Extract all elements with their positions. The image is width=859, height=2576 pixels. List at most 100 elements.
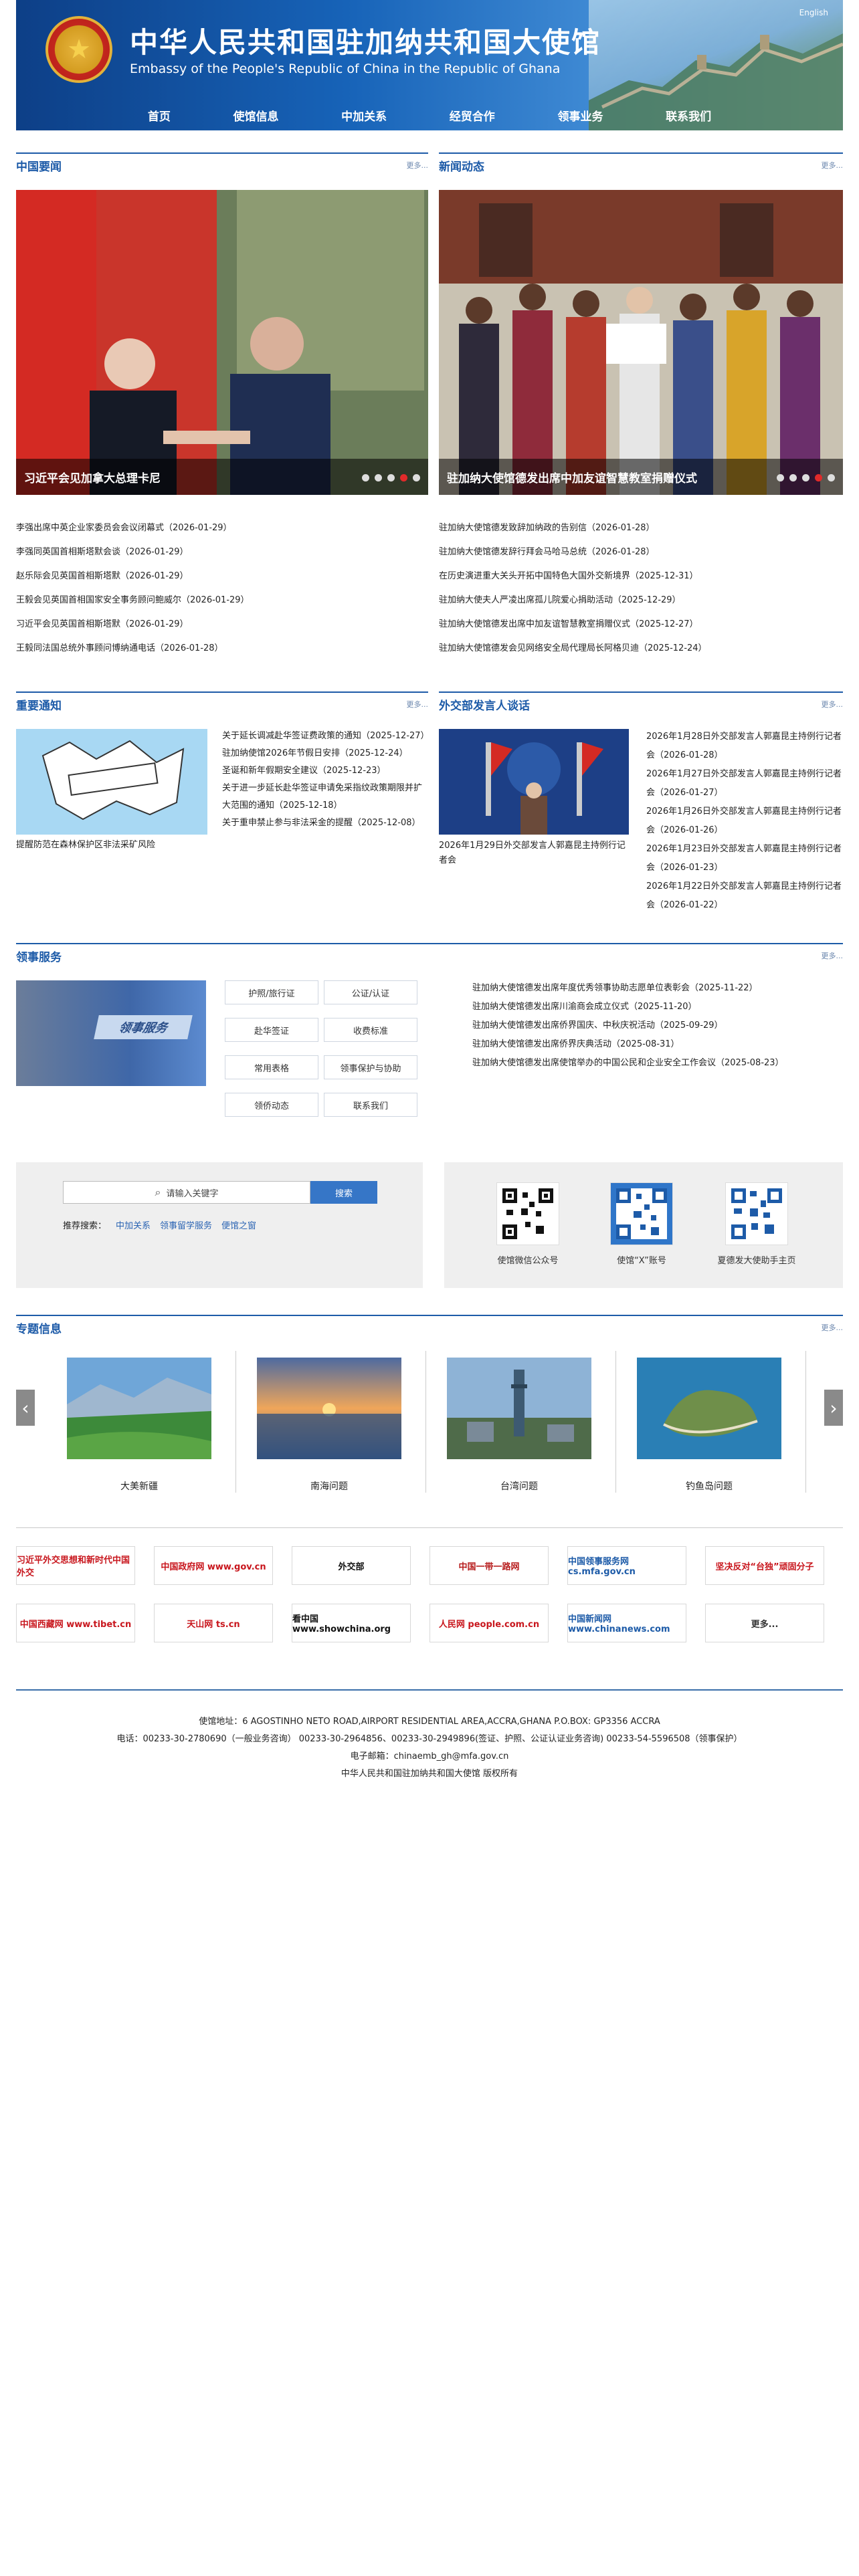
list-item[interactable]: 2026年1月26日外交部发言人郭嘉昆主持例行记者会（2026-01-26） bbox=[646, 802, 843, 840]
list-item[interactable]: 驻加纳大使馆德发出席年度优秀领事协助志愿单位表彰会（2025-11-22） bbox=[472, 979, 843, 998]
forms-button[interactable]: 常用表格 bbox=[225, 1055, 318, 1079]
section-title: 领事服务 bbox=[16, 950, 62, 964]
notarization-button[interactable]: 公证/认证 bbox=[324, 980, 417, 1004]
list-item[interactable]: 驻加纳大使夫人严凌出席孤儿院爱心捐助活动（2025-12-29） bbox=[439, 588, 843, 613]
fees-button[interactable]: 收费标准 bbox=[324, 1018, 417, 1042]
passport-button[interactable]: 护照/旅行证 bbox=[225, 980, 318, 1004]
slide-dot[interactable] bbox=[789, 474, 797, 481]
list-item[interactable]: 2026年1月28日外交部发言人郭嘉昆主持例行记者会（2026-01-28） bbox=[646, 728, 843, 765]
list-item[interactable]: 驻加纳大使馆德发致辞加纳政的告别信（2026-01-28） bbox=[439, 516, 843, 540]
nav-trade[interactable]: 经贸合作 bbox=[450, 107, 495, 124]
more-link[interactable]: 更多... bbox=[407, 160, 429, 171]
friendly-link[interactable]: 中国新闻网 www.chinanews.com bbox=[567, 1604, 686, 1642]
china-news-header: 中国要闻 更多... bbox=[16, 152, 428, 177]
spokesperson-image[interactable] bbox=[439, 729, 629, 835]
topic-image bbox=[67, 1358, 211, 1459]
list-item[interactable]: 在历史演进重大关头开拓中国特色大国外交新境界（2025-12-31） bbox=[439, 564, 843, 588]
list-item[interactable]: 赵乐际会见英国首相斯塔默（2026-01-29） bbox=[16, 564, 428, 588]
ambassador-qr-icon[interactable] bbox=[725, 1182, 788, 1245]
list-item[interactable]: 驻加纳大使馆德发出席侨界国庆、中秋庆祝活动（2025-09-29） bbox=[472, 1016, 843, 1035]
friendly-link[interactable]: 外交部 bbox=[292, 1546, 411, 1585]
list-item[interactable]: 李强出席中英企业家委员会会议闭幕式（2026-01-29） bbox=[16, 516, 428, 540]
x-account-qr-icon[interactable] bbox=[610, 1182, 673, 1245]
slide-dot[interactable] bbox=[375, 474, 382, 481]
nav-consular[interactable]: 领事业务 bbox=[557, 107, 603, 124]
slide-dots bbox=[362, 474, 420, 481]
carousel-prev-button[interactable]: ‹ bbox=[16, 1390, 35, 1426]
list-item[interactable]: 驻加纳大使馆德发出席侨界庆典活动（2025-08-31） bbox=[472, 1035, 843, 1054]
friendly-link[interactable]: 中国一带一路网 bbox=[430, 1546, 549, 1585]
list-item[interactable]: 习近平会见英国首相斯塔默（2026-01-29） bbox=[16, 613, 428, 637]
notice-image-caption[interactable]: 提醒防范在森林保护区非法采矿风险 bbox=[16, 839, 207, 852]
protection-button[interactable]: 领事保护与协助 bbox=[324, 1055, 417, 1079]
recommend-link[interactable]: 便馆之窗 bbox=[221, 1218, 256, 1231]
friendly-link[interactable]: 习近平外交思想和新时代中国外交 bbox=[16, 1546, 135, 1585]
list-item[interactable]: 驻加纳大使馆德发辞行拜会马哈马总统（2026-01-28） bbox=[439, 540, 843, 564]
list-item[interactable]: 李强同英国首相斯塔默会谈（2026-01-29） bbox=[16, 540, 428, 564]
section-title: 重要通知 bbox=[16, 699, 62, 713]
topic-card-xinjiang[interactable]: 大美新疆 bbox=[67, 1358, 211, 1493]
topics-header: 专题信息 更多... bbox=[16, 1315, 843, 1339]
list-item[interactable]: 圣诞和新年假期安全建议（2025-12-23） bbox=[222, 762, 428, 780]
english-link[interactable]: English bbox=[799, 8, 828, 17]
list-item[interactable]: 驻加纳使馆2026年节假日安排（2025-12-24） bbox=[222, 745, 428, 762]
national-emblem-icon: ★ bbox=[45, 16, 112, 83]
list-item[interactable]: 驻加纳大使馆德发会见网络安全局代理局长阿格贝迪（2025-12-24） bbox=[439, 637, 843, 661]
search-button[interactable]: 搜索 bbox=[310, 1181, 377, 1204]
consular-banner[interactable]: 领事服务 bbox=[16, 980, 206, 1086]
list-item[interactable]: 2026年1月22日外交部发言人郭嘉昆主持例行记者会（2026-01-22） bbox=[646, 877, 843, 915]
community-button[interactable]: 领侨动态 bbox=[225, 1093, 318, 1117]
list-item[interactable]: 王毅会见英国首相国家安全事务顾问鲍威尔（2026-01-29） bbox=[16, 588, 428, 613]
recommend-link[interactable]: 中加关系 bbox=[116, 1218, 151, 1231]
more-link[interactable]: 更多... bbox=[822, 160, 844, 171]
topic-card-diaoyu[interactable]: 钓鱼岛问题 bbox=[637, 1358, 781, 1493]
friendly-link[interactable]: 中国领事服务网 cs.mfa.gov.cn bbox=[567, 1546, 686, 1585]
more-link[interactable]: 更多... bbox=[822, 950, 844, 961]
slide-dot[interactable] bbox=[828, 474, 835, 481]
slide-dot-active[interactable] bbox=[815, 474, 822, 481]
list-item[interactable]: 2026年1月23日外交部发言人郭嘉昆主持例行记者会（2026-01-23） bbox=[646, 840, 843, 877]
search-input[interactable]: ⌕ 请输入关键字 bbox=[63, 1181, 310, 1204]
list-item[interactable]: 2026年1月27日外交部发言人郭嘉昆主持例行记者会（2026-01-27） bbox=[646, 765, 843, 802]
slide-dot[interactable] bbox=[802, 474, 809, 481]
list-item[interactable]: 关于进一步延长赴华签证申请免采指纹政策期限并扩大范围的通知（2025-12-18… bbox=[222, 780, 428, 815]
wechat-qr-icon[interactable] bbox=[496, 1182, 559, 1245]
slide-dot[interactable] bbox=[362, 474, 369, 481]
friendly-link[interactable]: 天山网 ts.cn bbox=[154, 1604, 273, 1642]
friendly-link[interactable]: 看中国 www.showchina.org bbox=[292, 1604, 411, 1642]
spokesperson-image-caption[interactable]: 2026年1月29日外交部发言人郭嘉昆主持例行记者会 bbox=[439, 839, 629, 868]
more-link[interactable]: 更多... bbox=[822, 1322, 844, 1333]
topic-card-taiwan[interactable]: 台湾问题 bbox=[447, 1358, 591, 1493]
friendly-link[interactable]: 更多... bbox=[705, 1604, 824, 1642]
visa-button[interactable]: 赴华签证 bbox=[225, 1018, 318, 1042]
contact-button[interactable]: 联系我们 bbox=[324, 1093, 417, 1117]
china-news-slider[interactable]: 习近平会见加拿大总理卡尼 bbox=[16, 190, 428, 495]
list-item[interactable]: 驻加纳大使馆德发出席中加友谊智慧教室捐赠仪式（2025-12-27） bbox=[439, 613, 843, 637]
list-item[interactable]: 驻加纳大使馆德发出席使馆举办的中国公民和企业安全工作会议（2025-08-23） bbox=[472, 1054, 843, 1073]
nav-home[interactable]: 首页 bbox=[148, 107, 171, 124]
slide-dot[interactable] bbox=[387, 474, 395, 481]
qr-caption: 使馆微信公众号 bbox=[497, 1256, 559, 1266]
nav-contact[interactable]: 联系我们 bbox=[666, 107, 711, 124]
slide-dot-active[interactable] bbox=[400, 474, 407, 481]
friendly-link[interactable]: 坚决反对“台独”顽固分子 bbox=[705, 1546, 824, 1585]
nav-embassy-info[interactable]: 使馆信息 bbox=[233, 107, 278, 124]
friendly-link[interactable]: 中国西藏网 www.tibet.cn bbox=[16, 1604, 135, 1642]
list-item[interactable]: 关于延长调减赴华签证费政策的通知（2025-12-27） bbox=[222, 728, 430, 745]
embassy-news-slider[interactable]: 驻加纳大使馆德发出席中加友谊智慧教室捐赠仪式 bbox=[439, 190, 843, 495]
list-item[interactable]: 驻加纳大使馆德发出席川渝商会成立仪式（2025-11-20） bbox=[472, 998, 843, 1016]
topic-card-south-china-sea[interactable]: 南海问题 bbox=[257, 1358, 401, 1493]
list-item[interactable]: 王毅同法国总统外事顾问博纳通电话（2026-01-28） bbox=[16, 637, 428, 661]
list-item[interactable]: 关于重申禁止参与非法采金的提醒（2025-12-08） bbox=[222, 815, 428, 832]
recommend-link[interactable]: 领事留学服务 bbox=[160, 1218, 212, 1231]
main-nav: 首页 使馆信息 中加关系 经贸合作 领事业务 联系我们 bbox=[16, 100, 843, 130]
notices-header: 重要通知 更多... bbox=[16, 691, 428, 716]
slide-dot[interactable] bbox=[777, 474, 784, 481]
more-link[interactable]: 更多... bbox=[407, 699, 429, 710]
nav-relations[interactable]: 中加关系 bbox=[341, 107, 387, 124]
friendly-link[interactable]: 中国政府网 www.gov.cn bbox=[154, 1546, 273, 1585]
more-link[interactable]: 更多... bbox=[822, 699, 844, 710]
slide-dot[interactable] bbox=[413, 474, 420, 481]
notice-image[interactable] bbox=[16, 729, 207, 835]
friendly-link[interactable]: 人民网 people.com.cn bbox=[430, 1604, 549, 1642]
